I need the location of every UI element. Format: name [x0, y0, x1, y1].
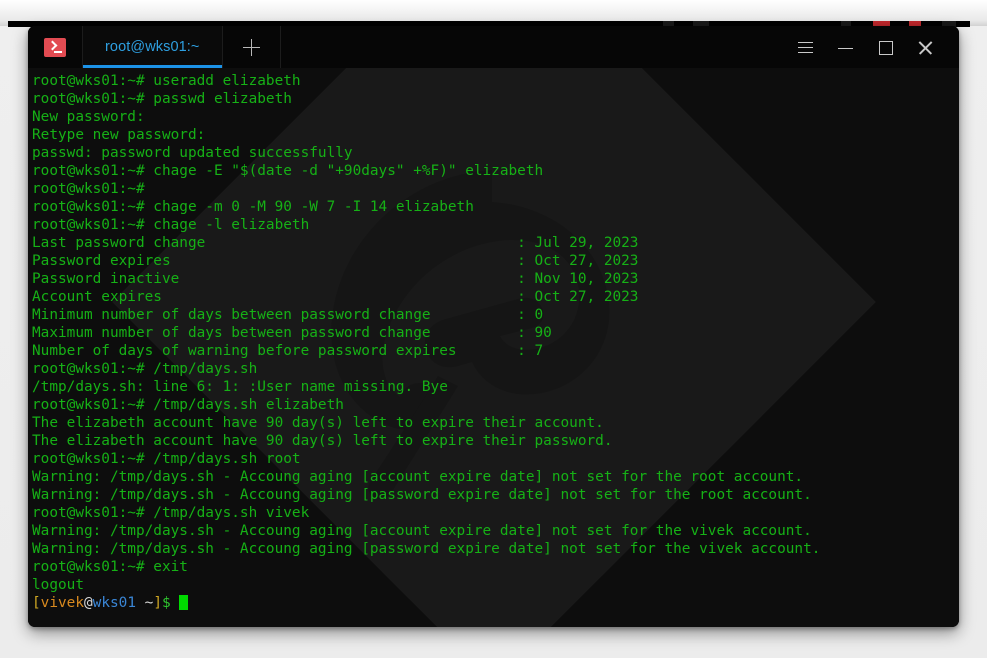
terminal-text: ]: [153, 595, 162, 611]
terminal-line: Warning: /tmp/days.sh - Accoung aging [a…: [32, 522, 959, 540]
terminal-text: logout: [32, 577, 84, 593]
terminal-line: root@wks01:~# exit: [32, 558, 959, 576]
terminal-text: Maximum number of days between password …: [32, 325, 552, 341]
terminal-text: Warning: /tmp/days.sh - Accoung aging [a…: [32, 469, 804, 485]
terminal-line: root@wks01:~# /tmp/days.sh root: [32, 450, 959, 468]
terminal-line: New password:: [32, 108, 959, 126]
terminal-text: Retype new password:: [32, 127, 206, 143]
terminal-text: ~: [136, 595, 154, 611]
terminal-line: root@wks01:~# /tmp/days.sh vivek: [32, 504, 959, 522]
close-button[interactable]: [905, 26, 945, 68]
terminal-line: [vivek@wks01 ~]$: [32, 594, 959, 612]
terminal-line: root@wks01:~# /tmp/days.sh: [32, 360, 959, 378]
terminal-text: Warning: /tmp/days.sh - Accoung aging [p…: [32, 487, 812, 503]
new-tab-button[interactable]: [223, 26, 281, 68]
terminal-text: New password:: [32, 109, 145, 125]
terminal-line: root@wks01:~# useradd elizabeth: [32, 72, 959, 90]
terminal-line: Warning: /tmp/days.sh - Accoung aging [p…: [32, 540, 959, 558]
terminal-text: root@wks01:~# useradd elizabeth: [32, 73, 301, 89]
terminal-line: Maximum number of days between password …: [32, 324, 959, 342]
terminal-line: Password expires : Oct 27, 2023: [32, 252, 959, 270]
terminal-text: Warning: /tmp/days.sh - Accoung aging [p…: [32, 541, 821, 557]
terminal-line: root@wks01:~# passwd elizabeth: [32, 90, 959, 108]
terminal-line: root@wks01:~# chage -E "$(date -d "+90da…: [32, 162, 959, 180]
terminal-line: root@wks01:~#: [32, 180, 959, 198]
terminal-text: root@wks01:~# /tmp/days.sh root: [32, 451, 301, 467]
terminal-line: /tmp/days.sh: line 6: 1: :User name miss…: [32, 378, 959, 396]
terminal-line: Number of days of warning before passwor…: [32, 342, 959, 360]
terminal-window: root@wks01:~ root@wks01:~# useradd eliza…: [28, 26, 959, 627]
minimize-icon: [837, 40, 853, 55]
terminal-text: root@wks01:~#: [32, 181, 145, 197]
close-icon: [918, 40, 933, 55]
terminal-text: root@wks01:~# exit: [32, 559, 188, 575]
terminal-line: logout: [32, 576, 959, 594]
terminal-line: root@wks01:~# chage -m 0 -M 90 -W 7 -I 1…: [32, 198, 959, 216]
terminal-line: Retype new password:: [32, 126, 959, 144]
page-root: root@wks01:~ root@wks01:~# useradd eliza…: [0, 0, 987, 658]
terminal-line: Warning: /tmp/days.sh - Accoung aging [a…: [32, 468, 959, 486]
terminal-text: root@wks01:~# chage -E "$(date -d "+90da…: [32, 163, 544, 179]
title-bar-drag-area[interactable]: [281, 26, 785, 68]
tab-root-wks01[interactable]: root@wks01:~: [82, 26, 223, 68]
terminal-text: Account expires : Oct 27, 2023: [32, 289, 639, 305]
app-icon-container: [28, 26, 82, 68]
terminal-line: Warning: /tmp/days.sh - Accoung aging [p…: [32, 486, 959, 504]
maximize-icon: [878, 40, 893, 55]
terminal-line: Password inactive : Nov 10, 2023: [32, 270, 959, 288]
terminal-text: /tmp/days.sh: line 6: 1: :User name miss…: [32, 379, 448, 395]
terminal-line: Minimum number of days between password …: [32, 306, 959, 324]
terminal-line: passwd: password updated successfully: [32, 144, 959, 162]
terminal-line: root@wks01:~# /tmp/days.sh elizabeth: [32, 396, 959, 414]
terminal-body[interactable]: root@wks01:~# useradd elizabeth root@wks0…: [28, 68, 959, 627]
terminal-text: Minimum number of days between password …: [32, 307, 544, 323]
hamburger-menu-icon: [797, 40, 813, 55]
terminal-line: The elizabeth account have 90 day(s) lef…: [32, 414, 959, 432]
terminal-text: wks01: [92, 595, 136, 611]
title-bar: root@wks01:~: [28, 26, 959, 68]
terminal-line: The elizabeth account have 90 day(s) lef…: [32, 432, 959, 450]
minimize-button[interactable]: [825, 26, 865, 68]
terminal-text: Password inactive : Nov 10, 2023: [32, 271, 639, 287]
terminal-text: The elizabeth account have 90 day(s) lef…: [32, 433, 613, 449]
terminal-text: root@wks01:~# passwd elizabeth: [32, 91, 292, 107]
terminal-text: @: [84, 595, 93, 611]
terminal-text: passwd: password updated successfully: [32, 145, 353, 161]
terminal-text: $: [162, 595, 180, 611]
window-controls: [785, 26, 959, 68]
terminal-screen[interactable]: root@wks01:~# useradd elizabeth root@wks0…: [28, 68, 959, 612]
terminal-text: root@wks01:~# /tmp/days.sh vivek: [32, 505, 310, 521]
terminal-line: Account expires : Oct 27, 2023: [32, 288, 959, 306]
terminal-text: root@wks01:~# chage -m 0 -M 90 -W 7 -I 1…: [32, 199, 474, 215]
terminal-text: Warning: /tmp/days.sh - Accoung aging [a…: [32, 523, 812, 539]
terminal-text: root@wks01:~# /tmp/days.sh elizabeth: [32, 397, 344, 413]
terminal-text: The elizabeth account have 90 day(s) lef…: [32, 415, 604, 431]
tab-label: root@wks01:~: [105, 39, 200, 55]
terminal-text: root@wks01:~# /tmp/days.sh: [32, 361, 258, 377]
maximize-button[interactable]: [865, 26, 905, 68]
terminal-line: Last password change : Jul 29, 2023: [32, 234, 959, 252]
terminal-line: root@wks01:~# chage -l elizabeth: [32, 216, 959, 234]
terminal-text: Password expires : Oct 27, 2023: [32, 253, 639, 269]
terminal-text: Number of days of warning before passwor…: [32, 343, 544, 359]
terminal-text: [: [32, 595, 41, 611]
terminal-text: root@wks01:~# chage -l elizabeth: [32, 217, 310, 233]
terminal-cursor: [179, 595, 189, 610]
plus-icon: [242, 38, 260, 56]
terminal-icon: [44, 37, 66, 57]
hamburger-menu-button[interactable]: [785, 26, 825, 68]
terminal-text: vivek: [40, 595, 84, 611]
terminal-text: Last password change : Jul 29, 2023: [32, 235, 639, 251]
